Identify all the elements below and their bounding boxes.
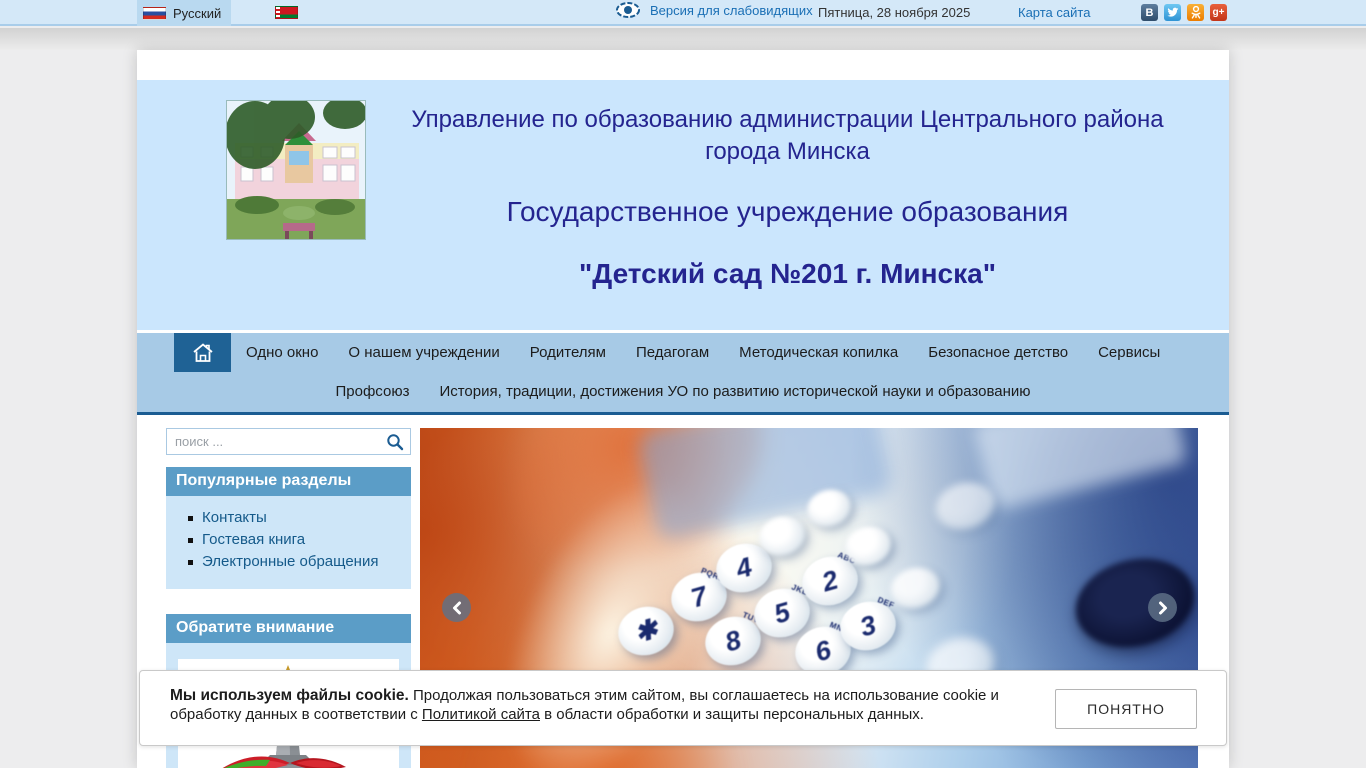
header-titles: Управление по образованию администрации … xyxy=(366,80,1229,330)
slider-photo-display2 xyxy=(972,428,1188,511)
key-label: 5 xyxy=(771,596,794,630)
site-policy-link[interactable]: Политикой сайта xyxy=(422,706,540,723)
top-divider-band xyxy=(0,28,1366,50)
search-button[interactable] xyxy=(380,429,410,454)
social-icons: В g+ xyxy=(1141,4,1227,21)
page-content: Управление по образованию администрации … xyxy=(137,50,1229,768)
kindergarten-building-image xyxy=(227,101,366,240)
nav-item-history[interactable]: История, традиции, достижения УО по разв… xyxy=(424,383,1045,400)
chevron-right-icon xyxy=(1157,601,1169,615)
home-button[interactable] xyxy=(174,333,231,372)
kindergarten-photo-logo xyxy=(226,100,366,240)
nav-item-methodical[interactable]: Методическая копилка xyxy=(724,344,913,361)
language-label: Русский xyxy=(173,6,221,21)
language-switch-russian[interactable]: Русский xyxy=(137,0,231,26)
slider-next-button[interactable] xyxy=(1148,593,1177,622)
cookie-message: Мы используем файлы cookie. Продолжая по… xyxy=(170,686,1050,724)
key-label: 7 xyxy=(688,580,711,614)
popular-sections-title: Популярные разделы xyxy=(166,467,411,496)
eye-icon xyxy=(615,1,641,19)
keypad-dark-button xyxy=(1066,547,1198,659)
nav-row-2: Профсоюз История, традиции, достижения У… xyxy=(137,372,1229,411)
search-box xyxy=(166,428,411,455)
header-top-gap xyxy=(137,50,1229,80)
notice-title: Обратите внимание xyxy=(166,614,411,643)
link-contacts[interactable]: Контакты xyxy=(202,509,267,526)
key-label: 8 xyxy=(722,624,745,658)
key-label: 3 xyxy=(857,609,880,643)
vk-icon[interactable]: В xyxy=(1141,4,1158,21)
key-label: 6 xyxy=(812,634,835,668)
site-header: Управление по образованию администрации … xyxy=(137,80,1229,330)
cookie-message-bold: Мы используем файлы cookie. xyxy=(170,687,409,704)
russian-flag-icon xyxy=(143,7,166,20)
nav-item-parents[interactable]: Родителям xyxy=(515,344,621,361)
top-bar: Русский Версия для слабовидящих Пятница,… xyxy=(0,0,1366,26)
nav-item-teachers[interactable]: Педагогам xyxy=(621,344,724,361)
cookie-consent-bar: Мы используем файлы cookie. Продолжая по… xyxy=(139,670,1227,746)
accessibility-version-link[interactable]: Версия для слабовидящих xyxy=(650,3,813,18)
popular-sections-widget: Популярные разделы Контакты Гостевая кни… xyxy=(166,467,411,589)
nav-item-one-window[interactable]: Одно окно xyxy=(231,344,333,361)
googleplus-icon[interactable]: g+ xyxy=(1210,4,1227,21)
home-icon xyxy=(192,343,214,363)
twitter-bird-icon xyxy=(1167,7,1179,18)
link-guestbook[interactable]: Гостевая книга xyxy=(202,531,305,548)
key-label: 4 xyxy=(733,551,756,585)
twitter-icon[interactable] xyxy=(1164,4,1181,21)
site-title: "Детский сад №201 г. Минска" xyxy=(386,258,1189,290)
link-electronic-appeals[interactable]: Электронные обращения xyxy=(202,553,378,570)
nav-item-about[interactable]: О нашем учреждении xyxy=(333,344,514,361)
ok-person-icon xyxy=(1191,6,1201,19)
odnoklassniki-icon[interactable] xyxy=(1187,4,1204,21)
department-title: Управление по образованию администрации … xyxy=(386,104,1189,168)
current-date: Пятница, 28 ноября 2025 xyxy=(818,5,970,20)
nav-item-safe-childhood[interactable]: Безопасное детство xyxy=(913,344,1083,361)
list-item: Гостевая книга xyxy=(180,529,403,551)
slider-prev-button[interactable] xyxy=(442,593,471,622)
popular-sections-body: Контакты Гостевая книга Электронные обра… xyxy=(166,496,411,589)
nav-item-union[interactable]: Профсоюз xyxy=(321,383,425,400)
list-item: Контакты xyxy=(180,507,403,529)
sitemap-link[interactable]: Карта сайта xyxy=(1018,5,1090,20)
key-label: 2 xyxy=(819,564,842,598)
main-navigation: Одно окно О нашем учреждении Родителям П… xyxy=(137,333,1229,415)
language-switch-belarusian[interactable] xyxy=(275,6,298,22)
accessibility-group: Версия для слабовидящих xyxy=(615,1,813,19)
list-item: Электронные обращения xyxy=(180,551,403,573)
search-icon xyxy=(386,433,404,451)
institution-type-title: Государственное учреждение образования xyxy=(386,196,1189,228)
search-input[interactable] xyxy=(167,430,380,453)
key-label: ✱ xyxy=(631,613,661,649)
belarusian-flag-icon xyxy=(275,6,298,19)
nav-item-services[interactable]: Сервисы xyxy=(1083,344,1175,361)
cookie-accept-button[interactable]: ПОНЯТНО xyxy=(1055,689,1197,729)
top-bar-inner: Русский Версия для слабовидящих Пятница,… xyxy=(137,0,1229,26)
cookie-message-part2: в области обработки и защиты персональны… xyxy=(540,706,924,723)
popular-links-list: Контакты Гостевая книга Электронные обра… xyxy=(180,507,403,573)
keypad-blurred-key xyxy=(885,562,944,614)
chevron-left-icon xyxy=(451,601,463,615)
nav-row-1: Одно окно О нашем учреждении Родителям П… xyxy=(137,333,1229,372)
